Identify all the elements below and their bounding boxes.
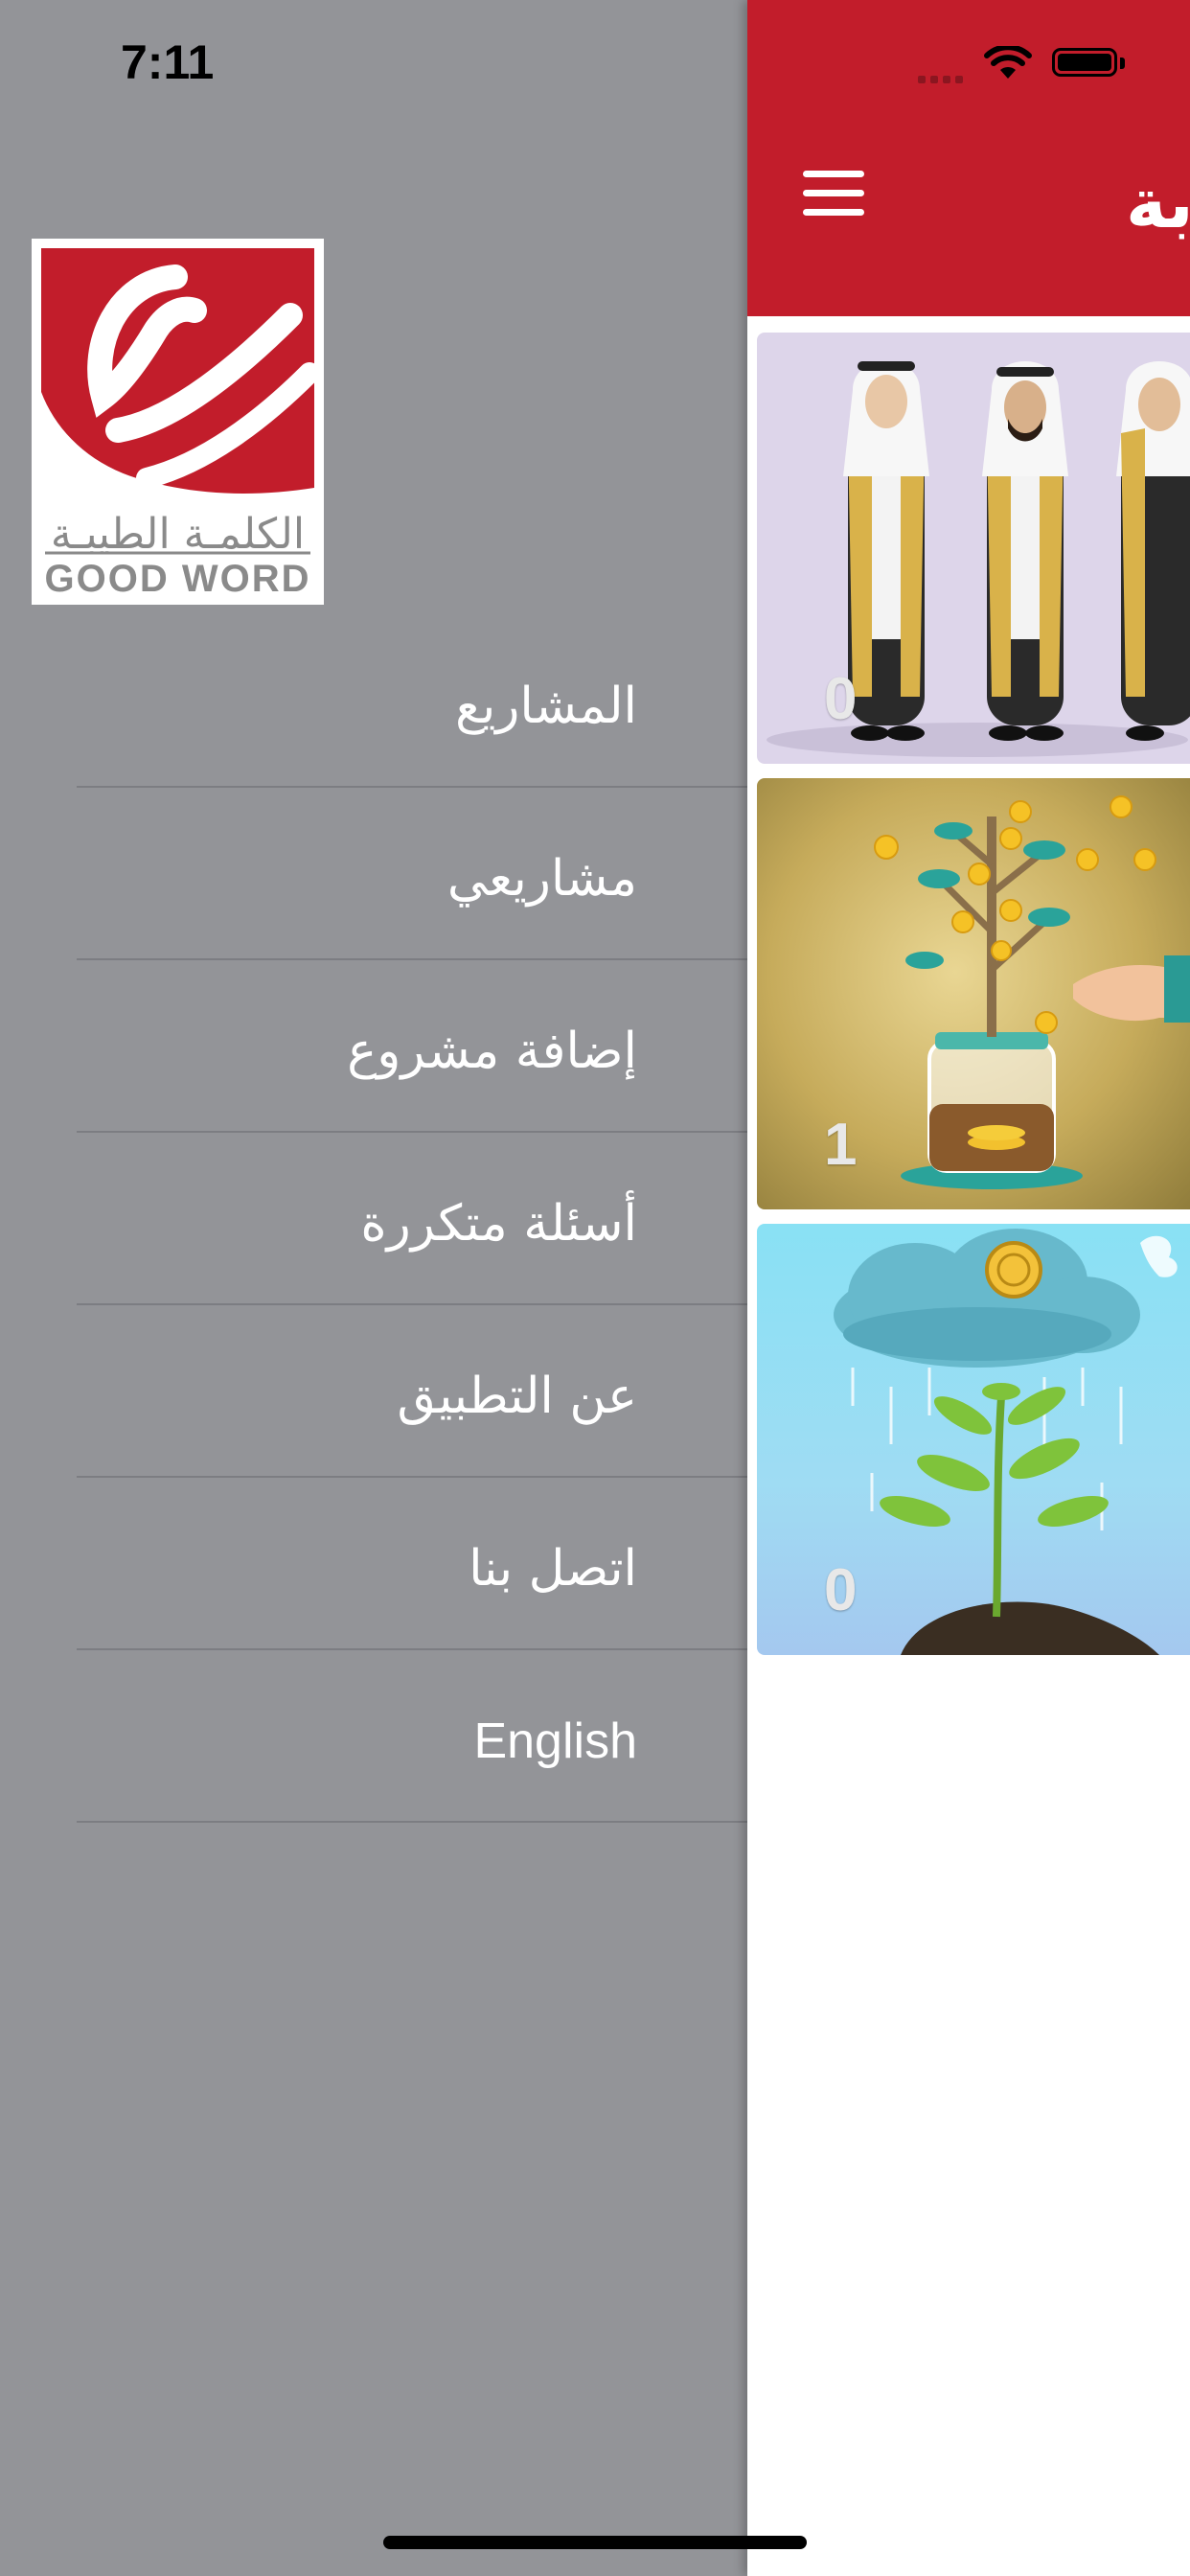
menu-item-language[interactable]: English xyxy=(77,1650,747,1823)
cellular-signal-icon xyxy=(918,69,968,87)
menu-item-label: اتصل بنا xyxy=(469,1540,637,1598)
battery-tip xyxy=(1120,58,1125,69)
menu-item-contact[interactable]: اتصل بنا xyxy=(77,1478,747,1650)
menu-item-label: مشاريعي xyxy=(446,850,637,908)
project-count: 1 xyxy=(824,1112,858,1178)
plant-cloud-coin-illustration xyxy=(834,1229,1178,1655)
project-count: 0 xyxy=(824,666,858,732)
main-panel: بة 0 1 0 xyxy=(747,0,1190,2576)
drawer-menu: المشاريع مشاريعي إضافة مشروع أسئلة متكرر… xyxy=(77,615,747,1823)
logo-english-text: GOOD WORD xyxy=(44,558,311,600)
logo-arabic-text: الكلمـة الطيبـة xyxy=(50,510,306,559)
good-word-logo: الكلمـة الطيبـة GOOD WORD xyxy=(32,239,324,605)
men-in-bisht-illustration xyxy=(767,361,1190,757)
menu-item-my-projects[interactable]: مشاريعي xyxy=(77,788,747,960)
status-time: 7:11 xyxy=(121,35,215,89)
project-count: 0 xyxy=(824,1557,858,1623)
menu-item-label: أسئلة متكررة xyxy=(360,1195,637,1253)
side-drawer: 7:11 الكلمـة الطيبـة GOOD WORD المشاريع … xyxy=(0,0,747,2576)
app-header: بة xyxy=(747,0,1190,316)
menu-item-add-project[interactable]: إضافة مشروع xyxy=(77,960,747,1133)
menu-item-projects[interactable]: المشاريع xyxy=(77,615,747,788)
page-title: بة xyxy=(1126,163,1190,243)
menu-item-faq[interactable]: أسئلة متكررة xyxy=(77,1133,747,1305)
home-indicator[interactable] xyxy=(383,2536,807,2549)
project-card[interactable]: 0 xyxy=(757,1224,1190,1655)
hamburger-icon[interactable] xyxy=(803,171,864,217)
battery-icon xyxy=(1052,48,1117,77)
project-card[interactable]: 1 xyxy=(757,778,1190,1209)
menu-item-label: English xyxy=(473,1714,637,1769)
menu-item-label: إضافة مشروع xyxy=(347,1023,637,1080)
menu-item-label: عن التطبيق xyxy=(397,1368,637,1425)
menu-item-about[interactable]: عن التطبيق xyxy=(77,1305,747,1478)
wifi-icon xyxy=(984,46,1032,79)
menu-item-label: المشاريع xyxy=(455,678,637,735)
project-card[interactable]: 0 xyxy=(757,333,1190,764)
money-tree-jar-illustration xyxy=(874,795,1190,1189)
